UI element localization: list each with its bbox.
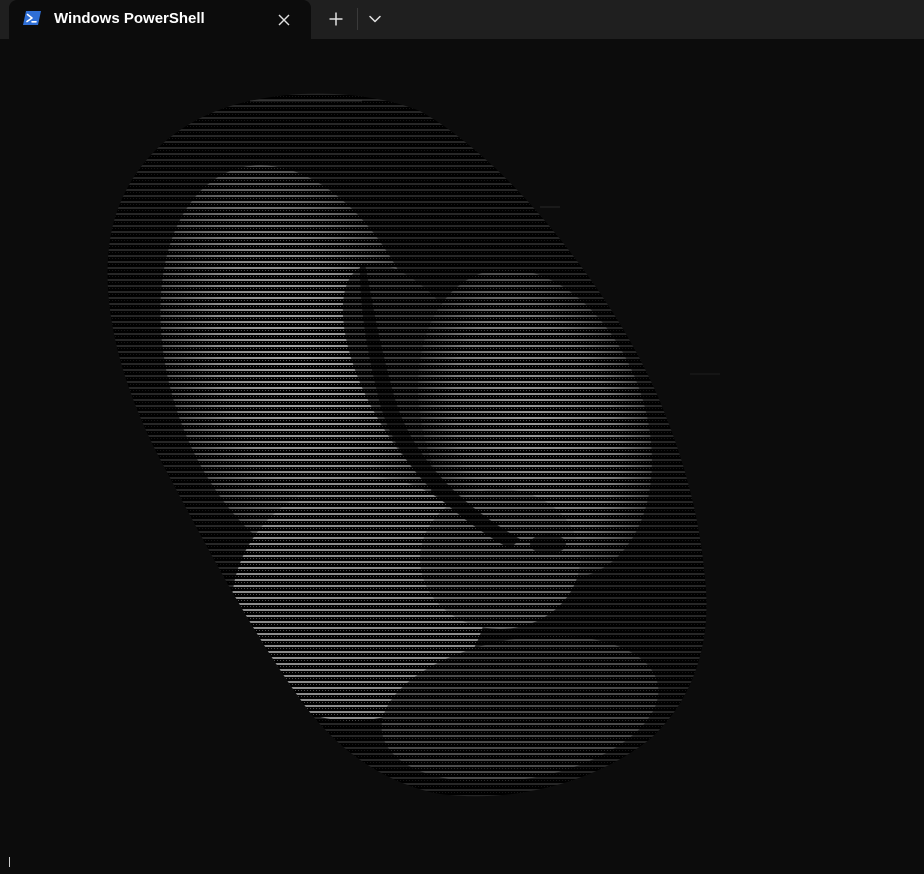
new-tab-button[interactable] <box>322 6 350 32</box>
text-cursor <box>9 857 10 867</box>
title-bar: Windows PowerShell <box>0 0 924 39</box>
terminal-window: Windows PowerShell <box>0 0 924 874</box>
ascii-art-image <box>107 93 720 797</box>
close-tab-button[interactable] <box>272 8 296 32</box>
plus-icon <box>329 12 343 26</box>
close-icon <box>278 14 290 26</box>
tab-title: Windows PowerShell <box>54 10 205 27</box>
powershell-icon <box>23 10 41 26</box>
profiles-dropdown-button[interactable] <box>362 6 388 32</box>
chevron-down-icon <box>369 15 381 23</box>
tab-windows-powershell[interactable]: Windows PowerShell <box>9 0 311 39</box>
tab-separator <box>357 8 358 30</box>
terminal-output[interactable] <box>0 39 924 874</box>
